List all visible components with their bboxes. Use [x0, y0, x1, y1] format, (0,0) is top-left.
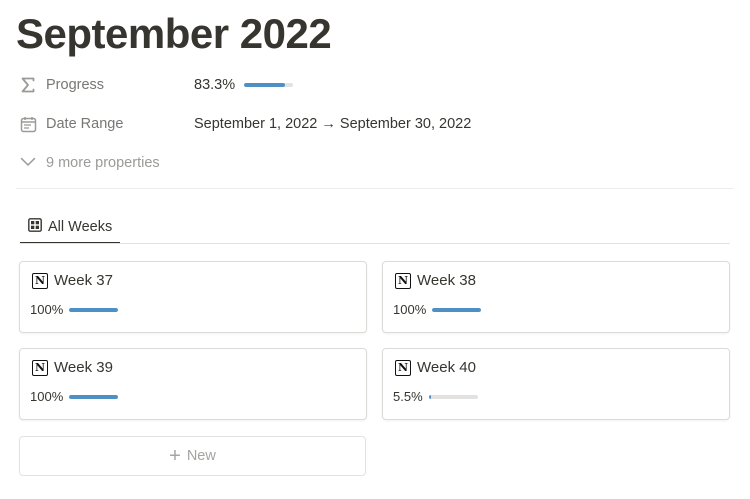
plus-icon: +: [169, 445, 181, 467]
property-date-range[interactable]: Date Range September 1, 2022 → September…: [18, 112, 471, 136]
gallery-card[interactable]: N Week 37 100%: [19, 261, 367, 333]
notion-icon: N: [395, 272, 411, 289]
page-title[interactable]: September 2022: [16, 8, 332, 60]
card-title: N Week 40: [395, 359, 476, 376]
date-range-value[interactable]: September 1, 2022 → September 30, 2022: [194, 116, 471, 132]
gallery-card[interactable]: N Week 38 100%: [382, 261, 730, 333]
tab-all-weeks[interactable]: All Weeks: [20, 212, 121, 244]
property-progress[interactable]: Progress 83.3%: [18, 73, 294, 97]
gallery-card[interactable]: N Week 40 5.5%: [382, 348, 730, 420]
card-progress-value: 100%: [30, 389, 64, 404]
card-title: N Week 39: [32, 359, 113, 376]
card-title-text: Week 40: [417, 359, 476, 376]
more-properties-label: 9 more properties: [46, 155, 160, 171]
progress-value: 83.3%: [194, 77, 236, 93]
gallery-card[interactable]: N Week 39 100%: [19, 348, 367, 420]
notion-icon: N: [395, 359, 411, 376]
progress-bar: [432, 307, 482, 312]
progress-fill: [428, 394, 432, 399]
property-value[interactable]: 83.3%: [194, 77, 294, 93]
card-title: N Week 38: [395, 272, 476, 289]
card-progress-value: 100%: [393, 302, 427, 317]
progress-fill: [69, 307, 119, 312]
new-button-label: New: [186, 448, 216, 464]
property-name: Date Range: [46, 116, 124, 132]
card-title: N Week 37: [32, 272, 113, 289]
property-name: Progress: [46, 77, 105, 93]
sigma-icon: [18, 75, 38, 95]
more-properties-toggle[interactable]: 9 more properties: [20, 151, 160, 175]
progress-bar: [428, 394, 478, 399]
notion-icon: N: [32, 359, 48, 376]
progress-fill: [244, 83, 285, 87]
tab-underline: [20, 243, 730, 244]
tab-label: All Weeks: [48, 219, 113, 235]
progress-fill: [432, 307, 482, 312]
card-progress: 5.5%: [393, 389, 478, 404]
chevron-down-icon: [20, 155, 36, 171]
card-progress-value: 5.5%: [393, 389, 423, 404]
gallery-icon: [28, 218, 42, 236]
card-title-text: Week 38: [417, 272, 476, 289]
card-progress-value: 100%: [30, 302, 64, 317]
card-title-text: Week 39: [54, 359, 113, 376]
card-progress: 100%: [30, 302, 119, 317]
notion-icon: N: [32, 272, 48, 289]
progress-bar: [69, 394, 119, 399]
calendar-icon: [18, 114, 38, 134]
new-card-button[interactable]: + New: [19, 436, 366, 476]
card-title-text: Week 37: [54, 272, 113, 289]
progress-bar: [69, 307, 119, 312]
progress-fill: [69, 394, 119, 399]
card-progress: 100%: [30, 389, 119, 404]
progress-bar: [244, 83, 294, 87]
card-progress: 100%: [393, 302, 482, 317]
divider: [16, 188, 734, 189]
